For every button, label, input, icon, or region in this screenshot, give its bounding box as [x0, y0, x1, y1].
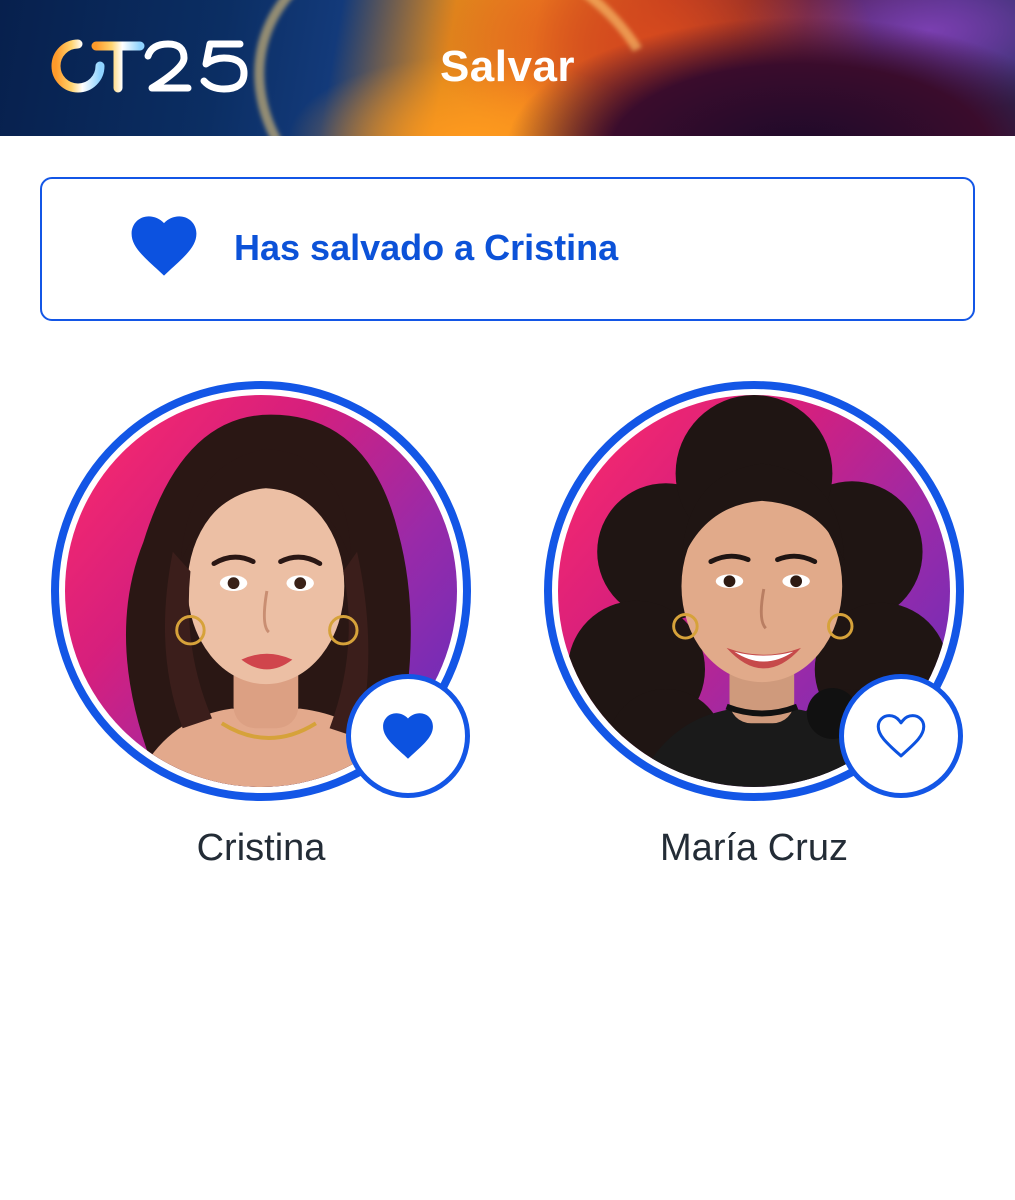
app-screen: Salvar Has salvado a Cristina Cristina M…	[0, 0, 1015, 1200]
heart-outline-icon	[876, 714, 926, 758]
contestant-card-maria-cruz[interactable]: María Cruz	[544, 381, 964, 881]
save-toggle-button[interactable]	[839, 674, 963, 798]
page-title: Salvar	[439, 42, 576, 91]
heart-filled-icon	[131, 216, 197, 276]
header-bar: Salvar	[0, 0, 1015, 136]
contestant-card-cristina[interactable]: Cristina	[51, 381, 471, 881]
save-toggle-button[interactable]	[346, 674, 470, 798]
contestant-name: Cristina	[196, 827, 326, 869]
saved-confirmation-banner: Has salvado a Cristina	[40, 177, 975, 321]
contestant-name: María Cruz	[660, 827, 848, 869]
banner-message: Has salvado a Cristina	[234, 227, 619, 268]
heart-filled-icon	[383, 713, 433, 759]
